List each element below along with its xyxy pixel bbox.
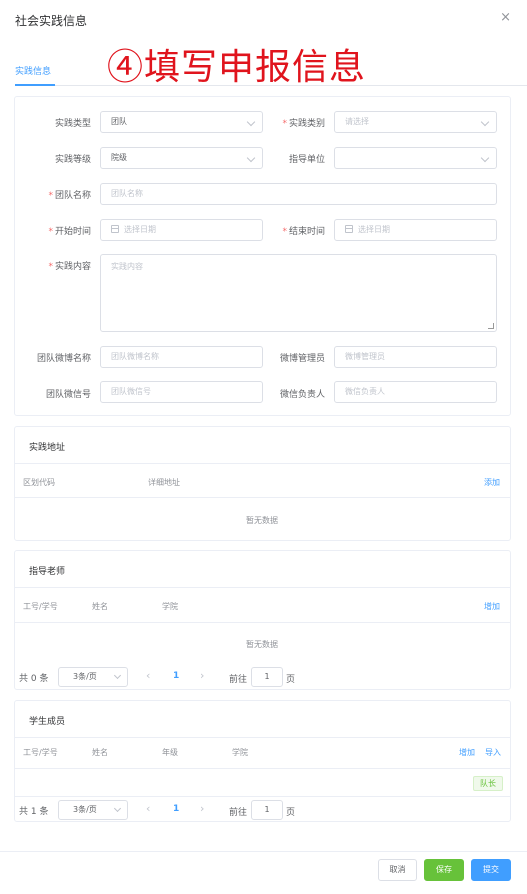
tab-practice-info[interactable]: 实践信息 [15, 64, 51, 77]
goto-suffix: 页 [286, 675, 296, 685]
students-card-title: 学生成员 [29, 717, 66, 727]
column-header: 学院 [162, 602, 178, 611]
add-teacher-button[interactable]: 增加 [484, 601, 500, 612]
start-time-label: * 开始时间 [48, 227, 91, 237]
leader-tag: 队长 [473, 776, 503, 791]
divider [15, 796, 510, 797]
teachers-card-header: 指导老师 [15, 551, 510, 588]
column-header: 年级 [162, 748, 178, 757]
submit-button[interactable]: 提交 [471, 859, 511, 881]
students-card: 学生成员 工号/学号 姓名 年级 学院 增加 导入 队长 共 1 条 3条/页 … [14, 700, 511, 822]
calendar-icon [345, 225, 353, 233]
divider [15, 768, 510, 769]
resize-handle-icon[interactable] [488, 323, 494, 329]
current-page[interactable]: 1 [173, 671, 179, 681]
next-page-icon[interactable]: › [200, 802, 204, 815]
goto-suffix: 页 [286, 808, 296, 818]
empty-text: 暂无数据 [246, 640, 278, 649]
chevron-down-icon [113, 671, 122, 680]
practice-category-select[interactable]: 请选择 [334, 111, 497, 133]
team-name-input[interactable]: 团队名称 [100, 183, 497, 205]
practice-category-label: * 实践类别 [282, 119, 325, 129]
address-card-title: 实践地址 [29, 443, 66, 453]
address-card-header: 实践地址 [15, 427, 510, 464]
weibo-name-input[interactable]: 团队微博名称 [100, 346, 263, 368]
next-page-icon[interactable]: › [200, 669, 204, 682]
column-header: 区划代码 [23, 478, 55, 487]
guide-unit-select[interactable] [334, 147, 497, 169]
pagination-total: 共 0 条 [19, 674, 49, 684]
prev-page-icon[interactable]: ‹ [146, 669, 150, 682]
footer-divider [0, 851, 527, 852]
page-size-select[interactable]: 3条/页 [58, 667, 128, 687]
empty-text: 暂无数据 [246, 516, 278, 525]
current-page[interactable]: 1 [173, 804, 179, 814]
practice-form-card: 实践类型 团队 * 实践类别 请选择 实践等级 院级 指导单位 * 团队名称 团队名… [14, 96, 511, 416]
practice-level-select[interactable]: 院级 [100, 147, 263, 169]
team-name-label: * 团队名称 [48, 191, 91, 201]
close-icon[interactable]: × [500, 10, 511, 25]
practice-level-label: 实践等级 [54, 155, 91, 165]
pagination-total: 共 1 条 [19, 807, 49, 817]
chevron-down-icon [113, 804, 122, 813]
goto-label: 前往 [229, 808, 248, 818]
chevron-down-icon [246, 153, 256, 163]
tab-bar: 实践信息 [15, 60, 527, 86]
add-student-button[interactable]: 增加 [459, 747, 475, 758]
divider [15, 622, 510, 623]
wechat-id-label: 团队微信号 [45, 390, 91, 400]
add-address-button[interactable]: 添加 [484, 477, 500, 488]
wechat-id-input[interactable]: 团队微信号 [100, 381, 263, 403]
guide-unit-label: 指导单位 [288, 155, 325, 165]
column-header: 学院 [232, 748, 248, 757]
save-button[interactable]: 保存 [424, 859, 464, 881]
content-label: * 实践内容 [48, 262, 91, 272]
weibo-admin-label: 微博管理员 [279, 354, 325, 364]
column-header: 详细地址 [148, 478, 180, 487]
wechat-owner-label: 微信负责人 [279, 390, 325, 400]
active-tab-indicator [15, 84, 55, 86]
goto-label: 前往 [229, 675, 248, 685]
column-header: 姓名 [92, 602, 108, 611]
end-time-label: * 结束时间 [282, 227, 325, 237]
practice-type-label: 实践类型 [54, 119, 91, 129]
goto-page-input[interactable]: 1 [251, 667, 283, 687]
column-header: 工号/学号 [23, 748, 58, 757]
weibo-name-label: 团队微博名称 [36, 354, 91, 364]
weibo-admin-input[interactable]: 微博管理员 [334, 346, 497, 368]
column-header: 姓名 [92, 748, 108, 757]
import-students-button[interactable]: 导入 [485, 747, 501, 758]
divider [15, 497, 510, 498]
students-card-header: 学生成员 [15, 701, 510, 738]
dialog-title: 社会实践信息 [15, 14, 88, 28]
start-date-picker[interactable]: 选择日期 [100, 219, 263, 241]
address-card: 实践地址 区划代码 详细地址 添加 暂无数据 [14, 426, 511, 541]
practice-info-dialog: 社会实践信息 × ④填写申报信息 实践信息 实践类型 团队 * 实践类别 请选择 … [0, 0, 527, 894]
column-header: 工号/学号 [23, 602, 58, 611]
goto-page-input[interactable]: 1 [251, 800, 283, 820]
content-textarea[interactable]: 实践内容 [100, 254, 497, 332]
page-size-select[interactable]: 3条/页 [58, 800, 128, 820]
teachers-card-title: 指导老师 [29, 567, 66, 577]
prev-page-icon[interactable]: ‹ [146, 802, 150, 815]
calendar-icon [111, 225, 119, 233]
chevron-down-icon [480, 153, 490, 163]
chevron-down-icon [480, 117, 490, 127]
end-date-picker[interactable]: 选择日期 [334, 219, 497, 241]
practice-type-select[interactable]: 团队 [100, 111, 263, 133]
chevron-down-icon [246, 117, 256, 127]
wechat-owner-input[interactable]: 微信负责人 [334, 381, 497, 403]
cancel-button[interactable]: 取消 [378, 859, 417, 881]
teachers-card: 指导老师 工号/学号 姓名 学院 增加 暂无数据 共 0 条 3条/页 ‹ 1 … [14, 550, 511, 690]
